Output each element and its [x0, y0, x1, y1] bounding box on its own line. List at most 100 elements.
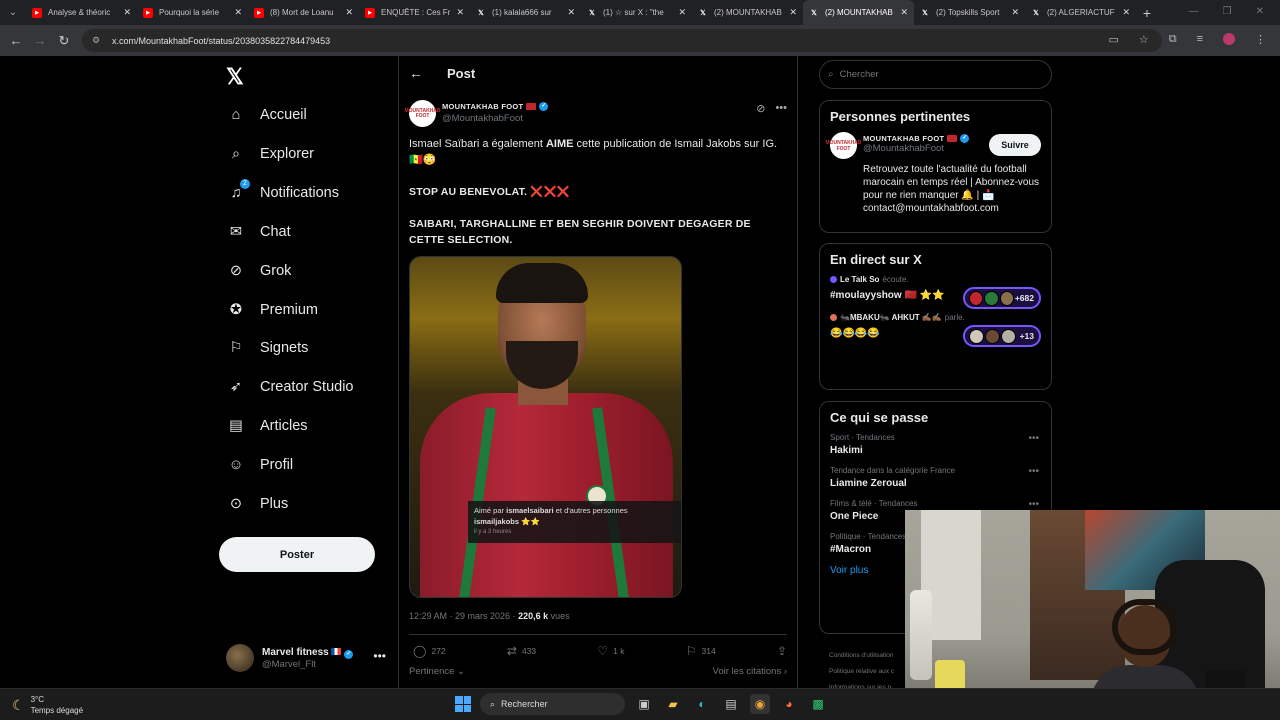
close-tab-icon[interactable]: ✕ [678, 7, 686, 18]
nav-item-accueil[interactable]: ⌂ Accueil [226, 102, 307, 128]
taskbar-search[interactable]: ⌕ Rechercher [480, 693, 625, 715]
sort-relevance-button[interactable]: Pertinence ⌄ [409, 666, 465, 677]
maximize-icon[interactable]: ❐ [1223, 6, 1232, 17]
like-button[interactable]: ♡ 1 k [597, 644, 624, 658]
task-view-icon[interactable]: ▣ [634, 694, 654, 714]
view-quotes-link[interactable]: Voir les citations › [713, 666, 787, 677]
minimize-icon[interactable]: — [1189, 6, 1199, 17]
trend-more-icon[interactable]: ••• [1028, 433, 1039, 444]
post-more-icon[interactable]: ••• [775, 102, 787, 115]
nav-item-premium[interactable]: ✪ Premium [226, 297, 318, 323]
relevant-person-avatar[interactable]: MOUNTAKHAB FOOT [826, 132, 862, 159]
nav-item-grok[interactable]: ⊘ Grok [226, 258, 292, 284]
relevant-person-handle[interactable]: @MountakhabFoot [863, 143, 969, 154]
close-tab-icon[interactable]: ✕ [1122, 7, 1130, 18]
cast-icon[interactable]: ▭ [1108, 33, 1118, 46]
trend-category: Films & télé · Tendances [830, 499, 918, 508]
browser-tab[interactable]: 𝕏 (2) ALGERIACTUF ✕ [1025, 0, 1136, 25]
nav-item-explorer[interactable]: ⌕ Explorer [226, 141, 314, 167]
url-field[interactable]: ⚙ x.com/MountakhabFoot/status/2038035822… [82, 29, 1162, 52]
trend-more-icon[interactable]: ••• [1028, 499, 1039, 510]
firefox-icon[interactable]: ◕ [779, 694, 799, 714]
browser-tab[interactable]: ▶ ENQUÊTE : Ces Fr ✕ [359, 0, 470, 25]
browser-tab[interactable]: 𝕏 (1) ☆ sur X : "the ✕ [581, 0, 692, 25]
post-author[interactable]: MOUNTAKHAB FOOT MOUNTAKHAB FOOT ✓ @Mounta… [405, 100, 789, 128]
browser-tab[interactable]: ▶ Pourquoi la série ✕ [137, 0, 248, 25]
edge-icon[interactable]: ◐ [692, 694, 712, 714]
store-icon[interactable]: ▤ [721, 694, 741, 714]
relevant-person[interactable]: MOUNTAKHAB FOOT MOUNTAKHAB FOOT ✓ @Mounta… [826, 132, 1041, 159]
search-input[interactable]: ⌕ Chercher [819, 60, 1052, 89]
space-listeners-pill[interactable]: +682 [963, 287, 1041, 309]
footer-link[interactable]: Conditions d'utilisation [829, 648, 894, 664]
relevant-person-bio: Retrouvez toute l'actualité du football … [863, 164, 1040, 214]
browser-tab[interactable]: ▶ Analyse & théoric ✕ [26, 0, 137, 25]
nav-item-signets[interactable]: ⚐ Signets [226, 335, 309, 361]
relevant-person-name[interactable]: MOUNTAKHAB FOOT ✓ [863, 134, 970, 143]
space-listeners-pill[interactable]: +13 [963, 325, 1041, 347]
follow-button[interactable]: Suivre [989, 134, 1041, 156]
morocco-flag-icon [947, 135, 958, 142]
close-tab-icon[interactable]: ✕ [900, 7, 908, 18]
author-handle[interactable]: @MountakhabFoot [442, 113, 548, 124]
verified-icon: ✓ [960, 134, 970, 143]
tab-search-icon[interactable]: ⌄ [0, 0, 26, 25]
app-green-icon[interactable]: ▩ [808, 694, 828, 714]
browser-tab[interactable]: 𝕏 (2) MOUNTAKHAB ✕ [803, 0, 914, 25]
star-icon[interactable]: ☆ [1139, 33, 1149, 46]
share-button[interactable]: ⇪ [777, 644, 787, 658]
back-icon[interactable]: ← [4, 33, 28, 48]
repost-button[interactable]: ⇄ 433 [507, 644, 536, 658]
close-tab-icon[interactable]: ✕ [234, 7, 242, 18]
post-button[interactable]: Poster [219, 537, 375, 572]
x-logo-icon[interactable]: 𝕏 [226, 64, 244, 90]
back-arrow-icon[interactable]: ← [409, 65, 423, 81]
grok-icon[interactable]: ⊘ [756, 102, 765, 115]
browser-tab[interactable]: ▶ (8) Mort de Loanu ✕ [248, 0, 359, 25]
nav-item-profil[interactable]: ☺ Profil [226, 452, 293, 478]
forward-icon[interactable]: → [28, 33, 52, 48]
live-space[interactable]: 🐜MBAKU🐜 AHKUT ✍🏾✍🏾 parle. 😂😂😂😂 +13 [830, 313, 1041, 347]
author-avatar[interactable]: MOUNTAKHAB FOOT [405, 100, 441, 127]
live-space[interactable]: Le Talk So écoute. #moulayyshow 🇲🇦 ⭐⭐ +68… [830, 275, 1041, 309]
browser-tab[interactable]: 𝕏 (1) kalala666 sur ✕ [470, 0, 581, 25]
tab-title: Pourquoi la série [159, 8, 220, 17]
close-tab-icon[interactable]: ✕ [123, 7, 131, 18]
windows-start-icon[interactable] [455, 696, 471, 712]
profile-avatar[interactable] [1223, 33, 1235, 45]
footer-link[interactable]: Politique relative aux c [829, 664, 894, 680]
extensions-icon[interactable]: ⧉ [1169, 33, 1177, 46]
close-tab-icon[interactable]: ✕ [567, 7, 575, 18]
close-tab-icon[interactable]: ✕ [345, 7, 353, 18]
account-more-icon[interactable]: ••• [373, 649, 386, 663]
browser-tab[interactable]: 𝕏 (2) MOUNTAKHAB ✕ [692, 0, 803, 25]
media-icon[interactable]: ≡ [1197, 33, 1203, 46]
close-tab-icon[interactable]: ✕ [1011, 7, 1019, 18]
window-controls: — ❐ ✕ [1173, 0, 1280, 23]
nav-item-chat[interactable]: ✉ Chat [226, 219, 291, 245]
trend-more-icon[interactable]: ••• [1028, 466, 1039, 477]
post-image[interactable]: Aimé par ismaelsaibari et d'autres perso… [409, 256, 682, 598]
reply-button[interactable]: ◯ 272 [413, 644, 446, 658]
reload-icon[interactable]: ↻ [52, 33, 76, 49]
nav-item-plus[interactable]: ⊙ Plus [226, 491, 288, 517]
nav-item-notifications[interactable]: ♫ 2 Notifications [226, 178, 339, 206]
new-tab-button[interactable]: + [1136, 5, 1158, 21]
weather-widget[interactable]: ☾ 3°C Temps dégagé [12, 694, 83, 716]
file-explorer-icon[interactable]: ▰ [663, 694, 683, 714]
nav-item-articles[interactable]: ▤ Articles [226, 413, 307, 439]
close-window-icon[interactable]: ✕ [1256, 6, 1264, 17]
close-tab-icon[interactable]: ✕ [789, 7, 797, 18]
author-name[interactable]: MOUNTAKHAB FOOT ✓ [442, 102, 549, 111]
close-tab-icon[interactable]: ✕ [456, 7, 464, 18]
site-info-icon[interactable]: ⚙ [92, 35, 104, 46]
account-switcher[interactable]: Marvel fitness ✓ @Marvel_Flt ••• [226, 641, 386, 675]
trend-item[interactable]: Sport · Tendances Hakimi ••• [830, 433, 1041, 456]
trend-item[interactable]: Tendance dans la catégorie France Liamine… [830, 466, 1041, 489]
browser-tab[interactable]: 𝕏 (2) Topskills Sport ✕ [914, 0, 1025, 25]
nav-item-creator-studio[interactable]: ➶ Creator Studio [226, 374, 354, 400]
heart-icon: ♡ [597, 644, 609, 658]
menu-icon[interactable]: ⋮ [1255, 33, 1266, 46]
bookmark-button[interactable]: ⚐ 314 [686, 644, 716, 658]
chrome-icon[interactable]: ◉ [750, 694, 770, 714]
